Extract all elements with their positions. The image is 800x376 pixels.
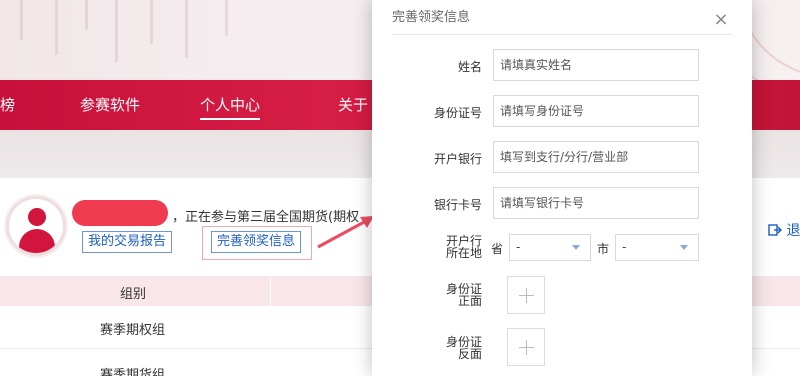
prize-info-modal: 完善领奖信息 × 姓名 请填真实姓名 身份证号 请填写身份证号 开户银行 填写到… xyxy=(372,0,752,376)
table-header-divider xyxy=(270,276,271,306)
nav-item-about[interactable]: 关于 xyxy=(338,94,368,115)
name-label: 姓名 xyxy=(457,60,482,74)
id-front-label-line: 正面 xyxy=(457,294,482,308)
id-back-upload[interactable] xyxy=(507,328,545,366)
redacted-username xyxy=(72,200,168,226)
hero-decoration xyxy=(225,0,228,36)
chevron-down-icon xyxy=(572,245,580,250)
trade-report-button[interactable]: 我的交易报告 xyxy=(82,231,173,253)
avatar xyxy=(6,196,66,256)
hero-decoration xyxy=(20,0,23,40)
card-number-input[interactable]: 请填写银行卡号 xyxy=(493,187,699,219)
bank-input[interactable]: 填写到支行/分行/营业部 xyxy=(493,141,699,173)
nav-item-personal-center[interactable]: 个人中心 xyxy=(200,94,261,120)
nav-item-ranking[interactable]: 榜 xyxy=(0,94,15,115)
city-label: 市 xyxy=(597,242,610,256)
plus-icon xyxy=(526,288,527,303)
city-value: - xyxy=(622,240,627,254)
modal-title: 完善领奖信息 xyxy=(392,10,471,25)
hero-decoration xyxy=(115,0,118,62)
id-front-upload[interactable] xyxy=(507,276,545,314)
prize-info-button[interactable]: 完善领奖信息 xyxy=(211,231,302,253)
hero-decoration xyxy=(55,0,58,55)
province-select[interactable]: - xyxy=(509,234,591,261)
hero-decoration xyxy=(185,0,188,58)
avatar-head-icon xyxy=(28,208,46,226)
id-number-label: 身份证号 xyxy=(433,106,482,120)
table-header-group: 组别 xyxy=(120,287,147,302)
nav-item-software[interactable]: 参赛软件 xyxy=(80,94,140,115)
province-label: 省 xyxy=(491,242,504,256)
exit-label: 退 xyxy=(786,223,800,239)
name-input[interactable]: 请填真实姓名 xyxy=(493,49,699,81)
chevron-down-icon xyxy=(680,245,688,250)
exit-link[interactable]: 退 xyxy=(768,220,800,240)
card-number-label: 银行卡号 xyxy=(433,198,482,212)
id-front-label: 身份证 正面 xyxy=(372,283,482,307)
province-value: - xyxy=(516,240,521,254)
modal-divider xyxy=(392,34,732,35)
exit-icon xyxy=(768,224,782,236)
table-row: 赛季期货组 xyxy=(100,368,166,376)
city-select[interactable]: - xyxy=(615,234,699,261)
pointer-arrow-icon xyxy=(317,216,374,249)
id-back-label-line: 反面 xyxy=(457,347,482,361)
avatar-body-icon xyxy=(19,229,55,253)
hero-decoration xyxy=(85,0,88,30)
close-icon[interactable]: × xyxy=(712,11,730,29)
bank-location-label-line: 所在地 xyxy=(445,246,482,260)
hero-decoration xyxy=(150,0,153,44)
id-back-label: 身份证 反面 xyxy=(372,336,482,360)
bank-label: 开户银行 xyxy=(433,152,482,166)
bank-location-label: 开户行 所在地 xyxy=(372,235,482,259)
table-row: 赛季期权组 xyxy=(100,323,166,338)
id-number-input[interactable]: 请填写身份证号 xyxy=(493,95,699,127)
plus-icon xyxy=(526,340,527,355)
